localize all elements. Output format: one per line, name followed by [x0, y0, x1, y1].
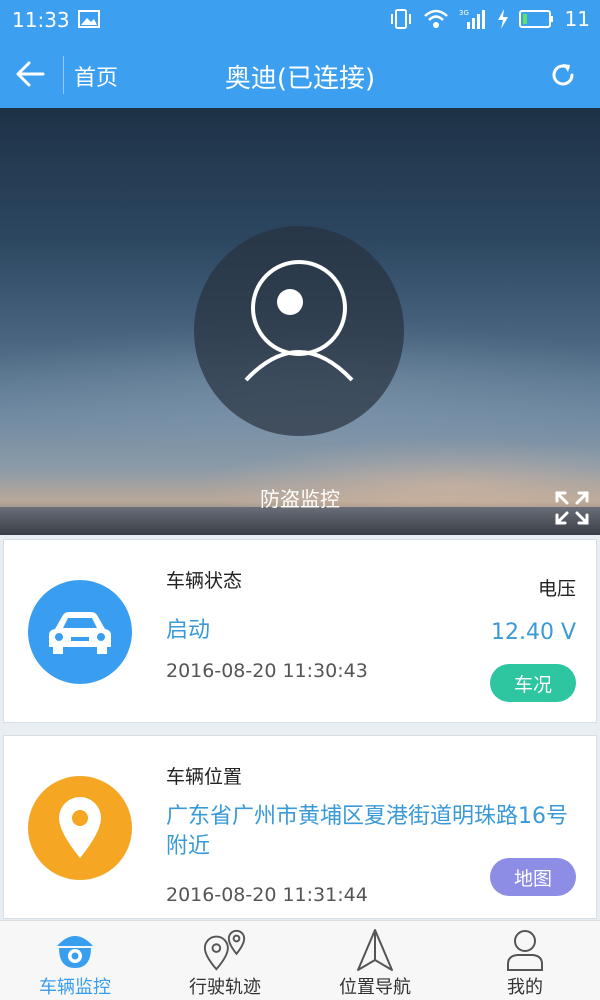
battery-icon	[518, 10, 553, 28]
svg-text:3G: 3G	[459, 9, 469, 17]
status-bar: 11:33 3G 11	[0, 0, 600, 40]
voltage-value: 12.40 V	[490, 620, 576, 645]
vehicle-state: 启动	[166, 618, 211, 643]
nav-label: 位置导航	[339, 977, 411, 998]
nav-vehicle-monitor[interactable]: 车辆监控	[0, 921, 150, 1000]
navigation-icon	[357, 929, 393, 971]
card-title: 车辆位置	[166, 766, 243, 788]
nav-header: 首页 奥迪(已连接)	[0, 40, 600, 108]
back-button[interactable]	[10, 54, 50, 94]
vibrate-icon	[390, 9, 411, 29]
header-divider	[63, 56, 64, 94]
anti-theft-monitor-panel[interactable]: 防盗监控	[0, 108, 600, 535]
home-link[interactable]: 首页	[74, 60, 118, 92]
nav-driving-track[interactable]: 行驶轨迹	[150, 921, 300, 1000]
vehicle-condition-button[interactable]: 车况	[490, 664, 576, 702]
camera-button[interactable]	[194, 226, 404, 436]
charging-icon	[497, 9, 508, 29]
back-arrow-icon	[16, 61, 45, 87]
app-header: 11:33 3G 11 首页 奥迪(已连接)	[0, 0, 600, 108]
user-icon	[507, 930, 543, 971]
camera-icon	[244, 260, 354, 382]
wifi-icon	[423, 9, 448, 28]
map-button[interactable]: 地图	[490, 858, 576, 896]
status-time: 11:33	[12, 8, 70, 32]
nav-label: 我的	[507, 977, 543, 998]
fullscreen-icon[interactable]	[554, 490, 590, 526]
location-timestamp: 2016-08-20 11:31:44	[166, 884, 368, 906]
vehicle-location-card[interactable]: 车辆位置 广东省广州市黄埔区夏港街道明珠路16号附近 地图 2016-08-20…	[3, 735, 597, 919]
nav-label: 行驶轨迹	[189, 977, 261, 998]
signal-3g-icon: 3G	[459, 9, 485, 29]
vehicle-status-card[interactable]: 车辆状态 启动 2016-08-20 11:30:43 电压 12.40 V 车…	[3, 539, 597, 723]
location-pin-icon	[59, 797, 101, 858]
route-icon	[203, 929, 246, 971]
car-icon	[49, 612, 111, 654]
battery-level: 11	[564, 7, 590, 31]
nav-location-navigation[interactable]: 位置导航	[300, 921, 450, 1000]
hero-label: 防盗监控	[260, 487, 340, 511]
bottom-nav: 车辆监控 行驶轨迹 位置导航 我的	[0, 920, 600, 1000]
car-avatar	[28, 580, 132, 684]
refresh-button[interactable]	[546, 58, 580, 92]
status-timestamp: 2016-08-20 11:30:43	[166, 660, 368, 682]
refresh-icon	[552, 64, 574, 86]
image-icon	[78, 10, 100, 28]
voltage-label: 电压	[537, 578, 576, 600]
nav-mine[interactable]: 我的	[450, 921, 600, 1000]
card-title: 车辆状态	[166, 570, 243, 592]
nav-label: 车辆监控	[39, 977, 111, 998]
camera-dome-icon	[57, 936, 93, 968]
page-title: 奥迪(已连接)	[224, 64, 376, 94]
location-avatar	[28, 776, 132, 880]
status-icons: 3G 11	[389, 6, 590, 32]
location-address: 广东省广州市黄埔区夏港街道明珠路16号附近	[166, 804, 568, 859]
